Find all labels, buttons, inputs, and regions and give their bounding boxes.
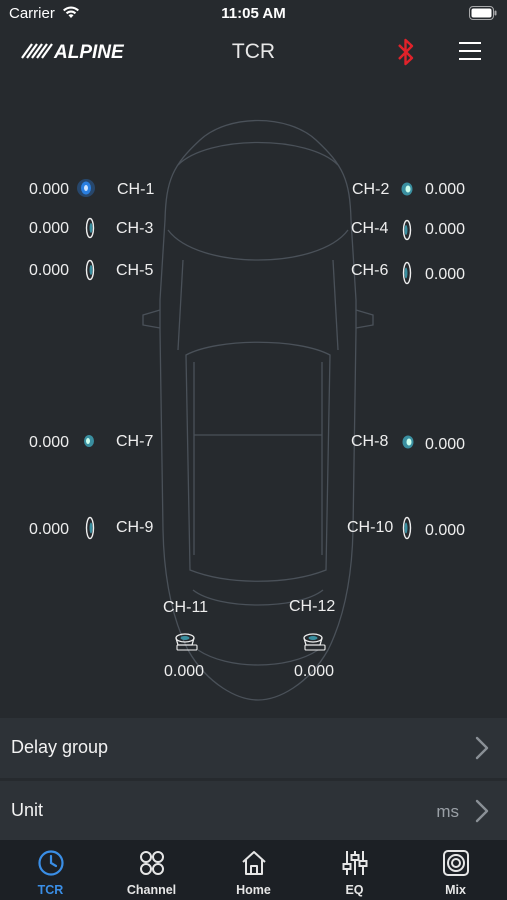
channel-label: CH-10: [347, 519, 394, 536]
speaker-side-icon[interactable]: [402, 261, 412, 290]
speaker-side-icon[interactable]: [402, 219, 412, 246]
clock-time: 11:05 AM: [221, 5, 286, 22]
channel-label: CH-4: [351, 220, 389, 237]
tweeter-icon[interactable]: [399, 180, 415, 203]
tab-label: Home: [236, 883, 271, 897]
channel-value[interactable]: 0.000: [29, 521, 69, 539]
channel-value[interactable]: 0.000: [164, 663, 204, 681]
sliders-icon: [341, 849, 369, 882]
speaker-side-icon[interactable]: [402, 516, 412, 545]
bluetooth-icon[interactable]: [396, 37, 416, 72]
channel-value[interactable]: 0.000: [29, 262, 69, 280]
channel-value[interactable]: 0.000: [425, 522, 465, 540]
tab-tcr[interactable]: TCR: [0, 840, 101, 900]
speaker-side-icon[interactable]: [85, 217, 95, 244]
tab-label: TCR: [37, 883, 64, 897]
channel-value[interactable]: 0.000: [29, 434, 69, 452]
channel-label: CH-5: [116, 262, 154, 279]
tab-channel[interactable]: Channel: [101, 840, 202, 900]
delay-group-label: Delay group: [11, 737, 109, 757]
channel-label: CH-11: [163, 599, 209, 616]
battery-icon: [469, 6, 497, 24]
channel-value[interactable]: 0.000: [29, 220, 69, 238]
subwoofer-icon[interactable]: [301, 631, 327, 658]
tab-bar: TCR Channel Home EQ Mix: [0, 840, 507, 900]
speaker-side-icon[interactable]: [85, 259, 95, 286]
channel-value[interactable]: 0.000: [29, 181, 69, 199]
channel-label: CH-2: [352, 181, 390, 198]
unit-value: ms: [436, 802, 459, 821]
tweeter-icon[interactable]: [400, 433, 416, 456]
channel-value[interactable]: 0.000: [425, 436, 465, 454]
channel-label: CH-3: [116, 220, 154, 237]
unit-row[interactable]: Unit ms: [0, 781, 507, 841]
status-bar: Carrier 11:05 AM: [0, 0, 507, 28]
speaker-side-icon[interactable]: [85, 516, 95, 545]
tab-home[interactable]: Home: [203, 840, 304, 900]
home-icon: [240, 849, 268, 882]
tab-label: Mix: [445, 883, 466, 897]
channel-label: CH-12: [289, 598, 336, 615]
tweeter-active-icon[interactable]: [76, 178, 96, 203]
tab-mix[interactable]: Mix: [405, 840, 506, 900]
channel-label: CH-1: [117, 181, 155, 198]
tab-eq[interactable]: EQ: [304, 840, 405, 900]
chevron-right-icon: [475, 799, 489, 828]
channel-label: CH-7: [116, 433, 154, 450]
grid-icon: [138, 849, 166, 882]
tab-label: Channel: [126, 883, 177, 897]
tweeter-icon[interactable]: [82, 433, 96, 454]
speaker-icon: [442, 849, 470, 882]
delay-group-row[interactable]: Delay group: [0, 718, 507, 778]
chevron-right-icon: [475, 736, 489, 765]
menu-icon[interactable]: [459, 41, 481, 66]
channel-value[interactable]: 0.000: [425, 221, 465, 239]
channel-label: CH-9: [116, 519, 154, 536]
channel-value[interactable]: 0.000: [425, 266, 465, 284]
channel-value[interactable]: 0.000: [425, 181, 465, 199]
nav-bar: ALPINE TCR: [0, 30, 507, 74]
tab-label: EQ: [345, 883, 364, 897]
channel-label: CH-6: [351, 262, 389, 279]
car-outline: [138, 110, 378, 715]
subwoofer-icon[interactable]: [173, 631, 199, 658]
channel-label: CH-8: [351, 433, 389, 450]
clock-icon: [37, 849, 65, 882]
page-title: TCR: [231, 40, 276, 63]
unit-label: Unit: [11, 800, 44, 820]
channel-value[interactable]: 0.000: [294, 663, 334, 681]
